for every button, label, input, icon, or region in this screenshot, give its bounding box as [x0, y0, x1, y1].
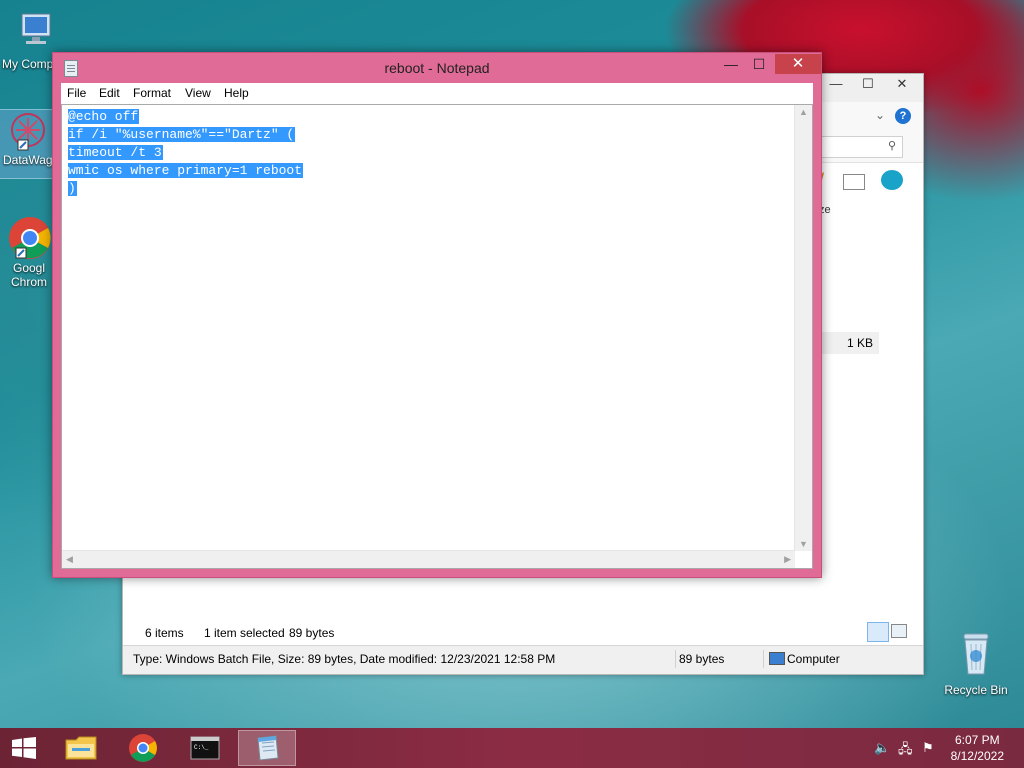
menu-bar: File Edit Format View Help — [61, 83, 813, 104]
desktop-icon-chrome[interactable]: Googl Chrom — [0, 214, 58, 289]
selected-size: 89 bytes — [289, 626, 335, 640]
ribbon-buttons: / — [819, 170, 919, 196]
close-button[interactable]: ✕ — [775, 54, 821, 74]
details-view-button[interactable] — [867, 622, 889, 642]
status-bar: 6 items 1 item selected 89 bytes — [123, 622, 923, 644]
desktop-icon-label: DataWag — [3, 153, 53, 167]
details-bar: Type: Windows Batch File, Size: 89 bytes… — [123, 645, 923, 674]
network-icon[interactable]: 🖧 — [898, 740, 913, 762]
menu-format[interactable]: Format — [133, 86, 171, 100]
taskbar-notepad[interactable] — [238, 730, 296, 766]
file-row-selected[interactable]: 1 KB — [819, 332, 879, 354]
notepad-window[interactable]: reboot - Notepad — ☐ ✕ File Edit Format … — [52, 52, 822, 578]
minimize-button[interactable]: — — [717, 54, 745, 74]
search-input[interactable]: ⚲ — [813, 136, 903, 158]
details-text: Type: Windows Batch File, Size: 89 bytes… — [133, 652, 556, 666]
text-line: ) — [68, 181, 77, 196]
taskbar-file-explorer[interactable] — [52, 730, 110, 766]
text-line: timeout /t 3 — [68, 145, 163, 160]
notepad-icon — [257, 735, 279, 761]
desktop-icon-label: Googl Chrom — [10, 261, 47, 289]
file-size: 1 KB — [846, 336, 873, 350]
details-location: Computer — [787, 652, 840, 666]
text-editor[interactable]: @echo off if /i "%username%"=="Dartz" ( … — [61, 104, 813, 569]
desktop-icon-recycle-bin[interactable]: Recycle Bin — [938, 628, 1014, 697]
terminal-icon: C:\_ — [190, 736, 220, 760]
window-title: reboot - Notepad — [384, 60, 490, 76]
text-line: @echo off — [68, 109, 140, 124]
selected-count: 1 item selected — [204, 626, 285, 640]
horizontal-scrollbar[interactable]: ◀ ▶ — [62, 550, 795, 568]
windows-logo-icon — [12, 737, 36, 759]
details-size: 89 bytes — [679, 652, 725, 666]
taskbar-chrome[interactable] — [114, 730, 172, 766]
scroll-up-icon[interactable]: ▲ — [799, 107, 808, 117]
datawag-icon — [11, 113, 45, 151]
taskbar-command-prompt[interactable]: C:\_ — [176, 730, 234, 766]
volume-muted-icon[interactable]: 🔈 — [874, 740, 890, 756]
maximize-button[interactable]: ☐ — [855, 76, 881, 96]
search-icon: ⚲ — [887, 140, 896, 152]
menu-file[interactable]: File — [67, 86, 86, 100]
desktop-icon-label: Recycle Bin — [944, 683, 1008, 697]
scroll-right-icon[interactable]: ▶ — [784, 554, 791, 565]
action-center-icon[interactable]: ⚑ — [922, 740, 934, 756]
folder-icon — [65, 736, 97, 760]
minimize-button[interactable]: — — [823, 76, 849, 96]
svg-text:C:\_: C:\_ — [194, 744, 209, 751]
clock-date: 8/12/2022 — [950, 749, 1004, 763]
scroll-left-icon[interactable]: ◀ — [66, 554, 73, 565]
clock-time: 6:07 PM — [954, 733, 1000, 747]
scroll-down-icon[interactable]: ▼ — [799, 539, 808, 549]
help-icon[interactable]: ? — [895, 108, 911, 124]
system-clock[interactable]: 6:07 PM 8/12/2022 — [951, 732, 1004, 764]
computer-icon — [21, 13, 51, 44]
email-icon[interactable] — [843, 174, 865, 190]
computer-icon — [769, 652, 785, 665]
share-icon[interactable] — [881, 170, 903, 190]
menu-edit[interactable]: Edit — [99, 86, 120, 100]
menu-help[interactable]: Help — [224, 86, 249, 100]
desktop-icon-datawag[interactable]: DataWag — [0, 109, 57, 179]
editor-content[interactable]: @echo off if /i "%username%"=="Dartz" ( … — [68, 108, 304, 198]
large-icons-view-button[interactable] — [891, 624, 907, 638]
start-button[interactable] — [2, 730, 46, 766]
close-button[interactable]: ✕ — [889, 76, 915, 96]
chevron-down-icon[interactable]: ⌄ — [875, 108, 885, 122]
text-line: if /i "%username%"=="Dartz" ( — [68, 127, 296, 142]
menu-view[interactable]: View — [185, 86, 211, 100]
text-line: wmic os where primary=1 reboot — [68, 163, 304, 178]
taskbar: C:\_ 🔈 🖧 ⚑ 6:07 PM 8/12/2022 — [0, 728, 1024, 768]
item-count: 6 items — [145, 626, 184, 640]
vertical-scrollbar[interactable]: ▲ ▼ — [794, 105, 812, 551]
chrome-icon — [129, 734, 157, 762]
maximize-button[interactable]: ☐ — [745, 54, 773, 74]
chrome-icon — [9, 217, 51, 259]
recycle-bin-icon — [963, 633, 989, 675]
